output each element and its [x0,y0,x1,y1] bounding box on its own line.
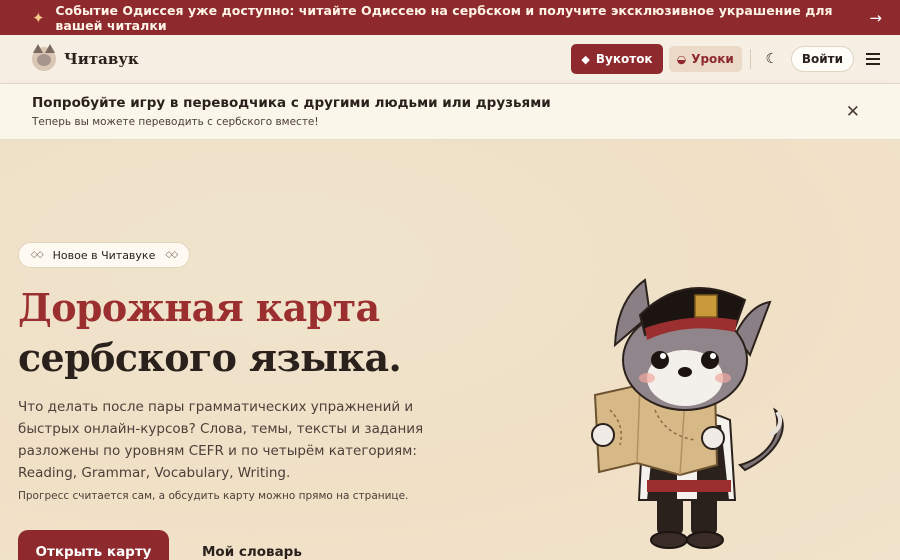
wolf-mascot-illustration [591,278,784,549]
lessons-button[interactable]: ◒ Уроки [668,46,742,72]
graduation-cap-icon: ◒ [676,52,687,66]
lessons-label: Уроки [691,52,734,66]
headline-rest: сербского языка. [18,335,402,380]
my-dictionary-link[interactable]: Мой словарь [202,544,302,560]
notice-subtitle: Теперь вы можете переводить с сербского … [32,116,319,128]
new-badge-label: Новое в Читавуке [52,248,156,262]
vukotok-button[interactable]: ◆ Вукоток [571,44,663,74]
close-icon[interactable]: ✕ [846,102,860,122]
wolf-logo-icon[interactable] [32,44,56,71]
hero-section: ◇◇ Новое в Читавуке ◇◇ Дорожная карта се… [0,140,900,560]
ornament-icon: ◇◇ [30,250,44,260]
hamburger-icon[interactable] [866,53,882,65]
vukotok-label: Вукоток [595,52,653,66]
wolf-icon: ◆ [581,52,590,66]
header-divider [749,49,751,69]
announcement-bar[interactable]: ✦ Событие Одиссея уже доступно: читайте … [0,0,900,35]
moon-icon[interactable]: ☾ [763,51,781,67]
open-map-button[interactable]: Открыть карту [18,530,169,560]
site-header: Читавук ◆ Вукоток ◒ Уроки ☾ Войти [0,35,900,84]
sparkle-icon: ✦ [32,8,45,27]
login-button[interactable]: Войти [790,46,854,72]
arrow-right-icon[interactable]: → [869,9,882,27]
brand-name[interactable]: Читавук [64,50,139,68]
notice-title: Попробуйте игру в переводчика с другими … [32,95,551,111]
header-actions: ◆ Вукоток ◒ Уроки ☾ Войти [571,44,882,74]
hero-headline: Дорожная карта сербского языка. [18,283,402,383]
notice-banner: Попробуйте игру в переводчика с другими … [0,84,900,140]
hero-note: Прогресс считается сам, а обсудить карту… [18,490,409,502]
headline-accent: Дорожная карта [18,285,380,330]
ornament-icon: ◇◇ [165,250,178,260]
hero-lead: Что делать после пары грамматических упр… [18,399,424,481]
announcement-text: Событие Одиссея уже доступно: читайте Од… [55,2,833,33]
new-badge: ◇◇ Новое в Читавуке ◇◇ [18,242,190,268]
